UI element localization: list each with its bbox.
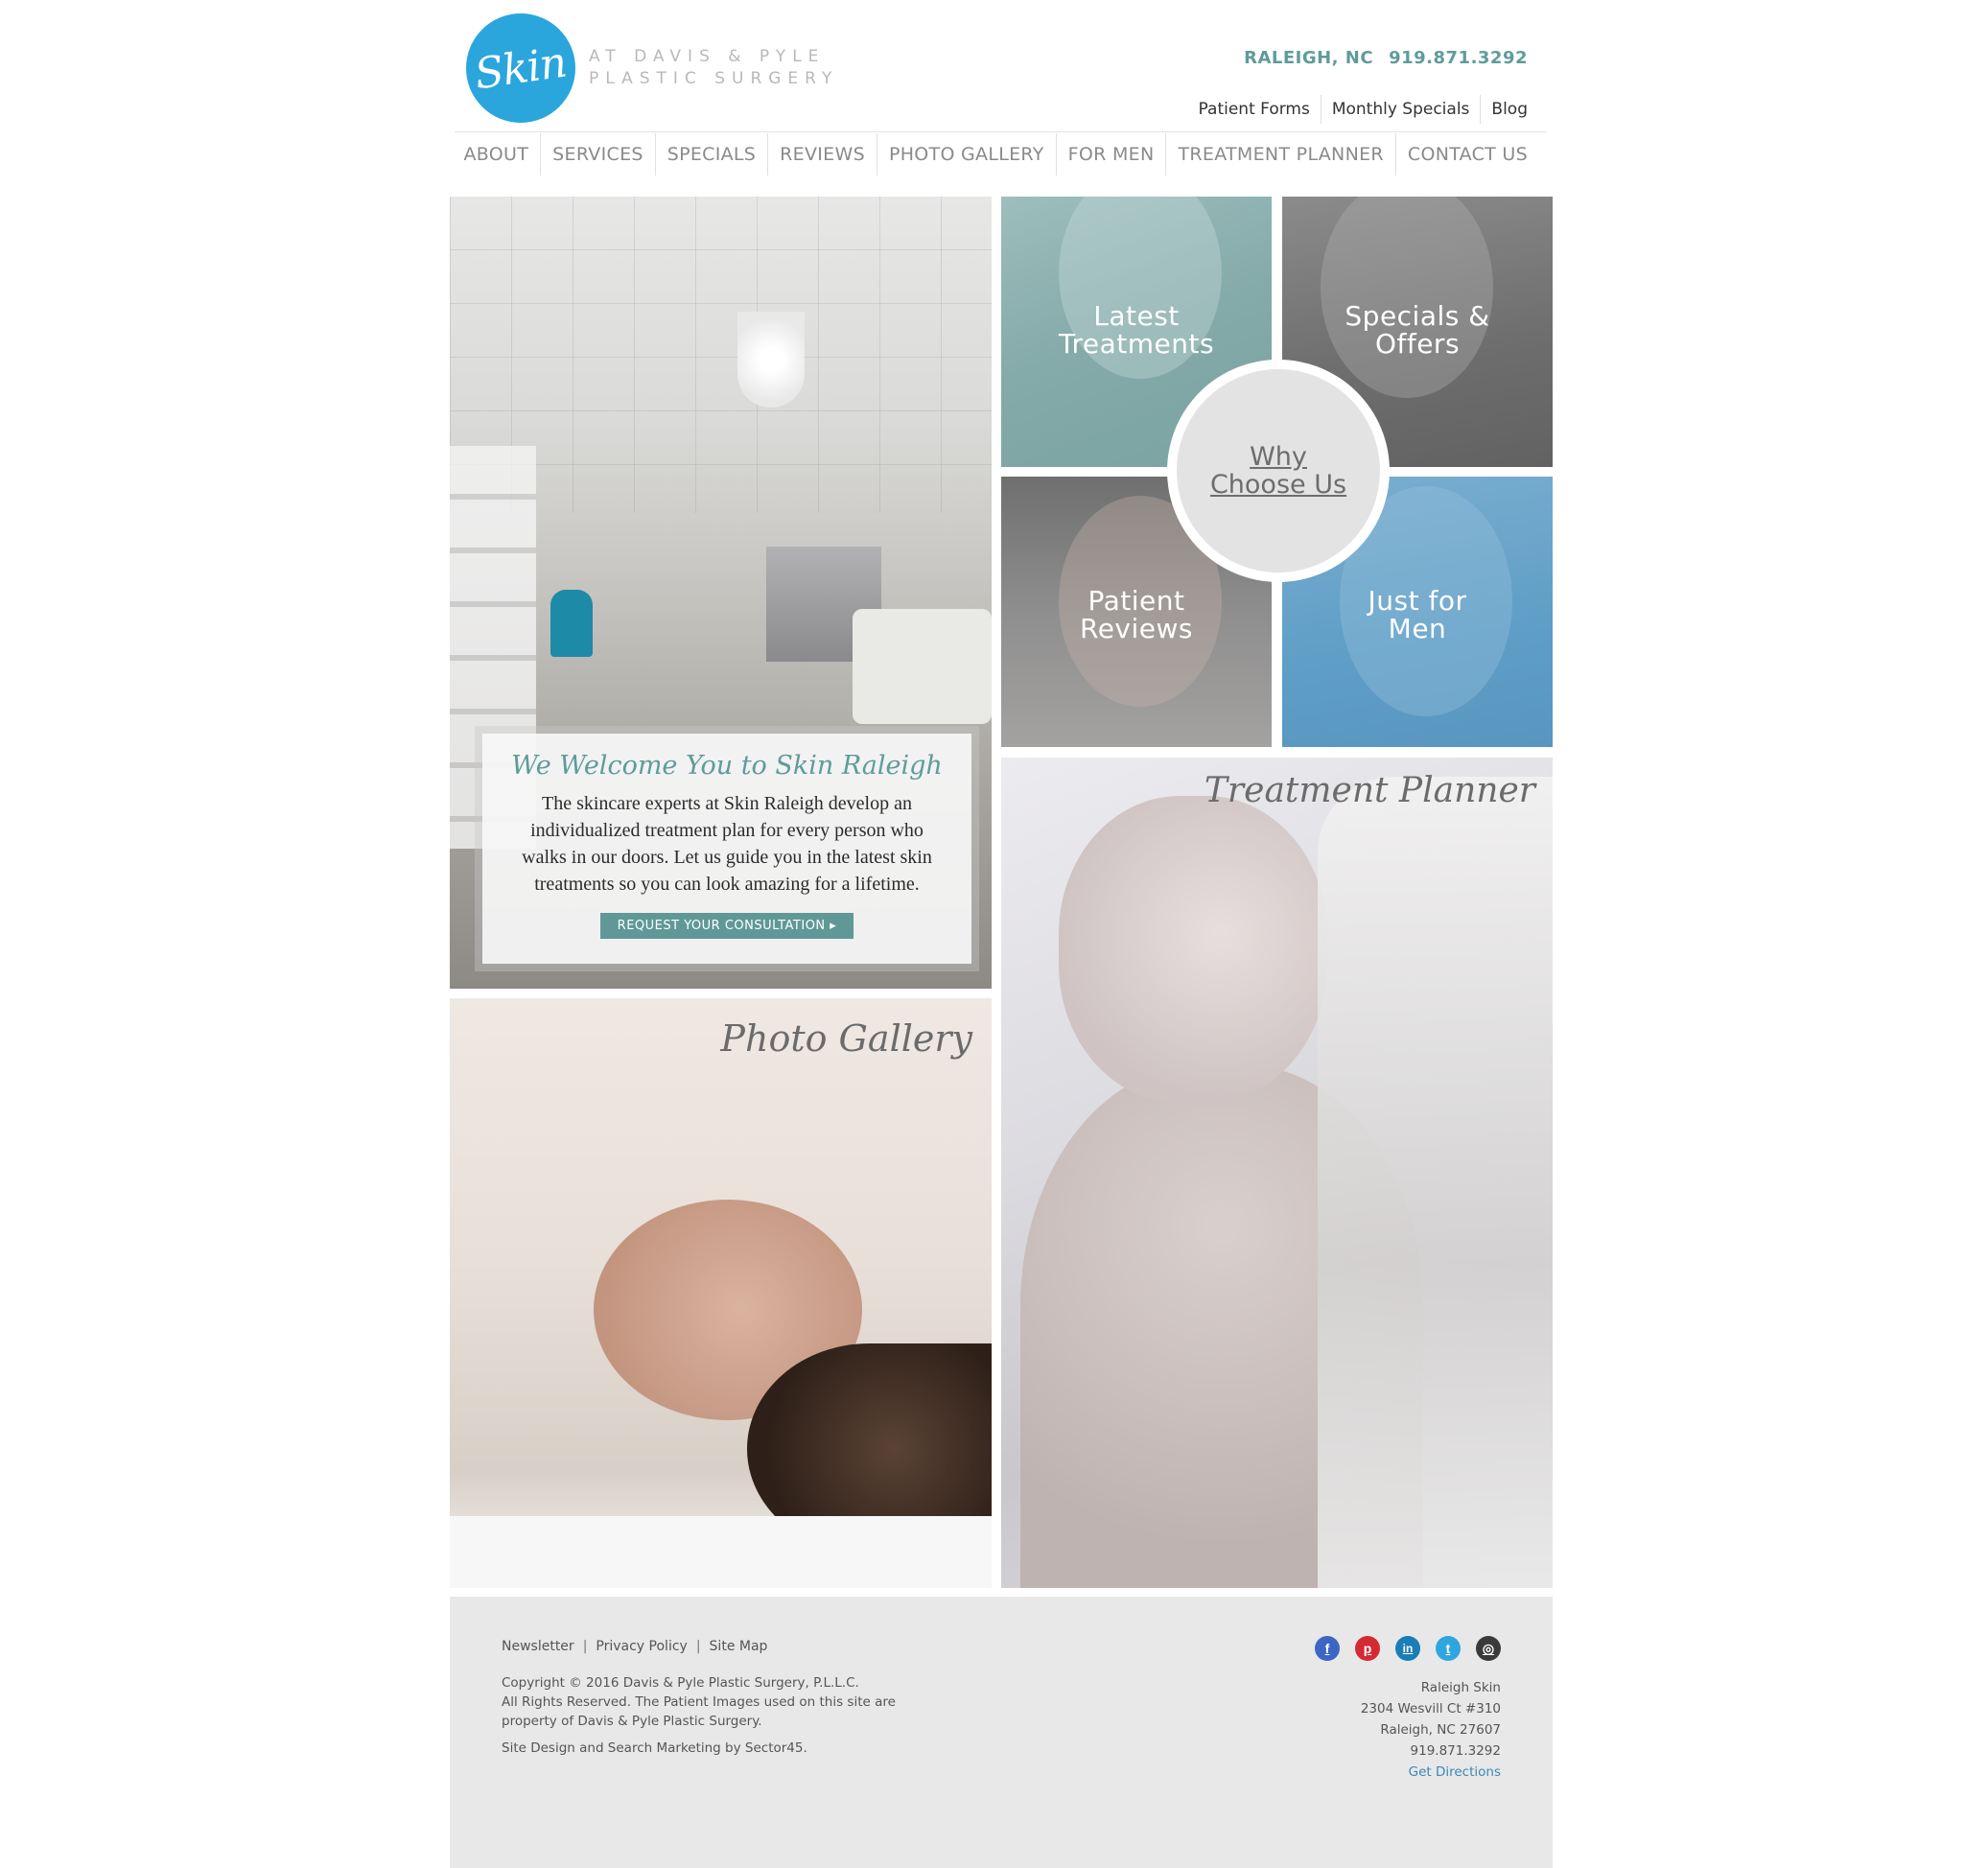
footer-address: Raleigh Skin 2304 Wesvill Ct #310 Raleig…	[1361, 1677, 1501, 1783]
main-nav: ABOUT SERVICES SPECIALS REVIEWS PHOTO GA…	[453, 133, 1529, 175]
welcome-tile: We Welcome You to Skin Raleigh The skinc…	[450, 197, 992, 989]
photo-gallery-title: Photo Gallery	[720, 1017, 972, 1060]
nav-photo-gallery[interactable]: PHOTO GALLERY	[876, 133, 1056, 175]
pillow-image	[450, 1516, 992, 1588]
header-divider	[455, 131, 1547, 132]
address-city: Raleigh, NC 27607	[1380, 1722, 1501, 1738]
nav-specials[interactable]: SPECIALS	[654, 133, 767, 175]
why-label-line: Why	[1250, 442, 1307, 472]
tile-label-line: Just for	[1368, 585, 1467, 617]
why-choose-us-button[interactable]: Why Choose Us	[1177, 369, 1380, 572]
request-consultation-button[interactable]: REQUEST YOUR CONSULTATION ▸	[599, 913, 854, 939]
why-label-line: Choose Us	[1209, 470, 1347, 500]
util-link-patient-forms[interactable]: Patient Forms	[1188, 95, 1321, 124]
utility-nav: Patient Forms Monthly Specials Blog	[1188, 95, 1528, 124]
nav-services[interactable]: SERVICES	[540, 133, 655, 175]
welcome-text: The skincare experts at Skin Raleigh dev…	[522, 793, 932, 895]
tile-photo-gallery[interactable]: Photo Gallery	[450, 998, 992, 1588]
tile-latest-treatments-label: Latest Treatments	[1001, 302, 1272, 358]
footer: Newsletter | Privacy Policy | Site Map Copyr…	[450, 1597, 1553, 1868]
copyright-line: All Rights Reserved. The Patient Images …	[502, 1694, 896, 1710]
why-choose-us-label: Why Choose Us	[1210, 443, 1346, 499]
face-image	[1321, 197, 1493, 398]
tile-label-line: Patient	[1088, 585, 1185, 617]
model-face-image	[1059, 796, 1327, 1103]
tile-label-line: Specials &	[1345, 300, 1490, 332]
chair-image	[550, 590, 593, 657]
site-credit[interactable]: Site Design and Search Marketing by Sect…	[502, 1740, 807, 1756]
get-directions-link[interactable]: Get Directions	[1409, 1764, 1501, 1780]
instagram-icon[interactable]: ◎	[1476, 1636, 1501, 1661]
copyright-line: property of Davis & Pyle Plastic Surgery…	[502, 1714, 762, 1729]
footer-link-privacy-policy[interactable]: Privacy Policy	[596, 1639, 687, 1654]
tile-patient-reviews-label: Patient Reviews	[1001, 587, 1272, 642]
address-name: Raleigh Skin	[1420, 1680, 1501, 1695]
model-hair-image	[1318, 777, 1553, 1588]
tile-label-line: Offers	[1374, 328, 1461, 360]
nav-reviews[interactable]: REVIEWS	[767, 133, 877, 175]
logo-subtitle-line2: PLASTIC SURGERY	[589, 69, 839, 88]
tile-label-line: Latest	[1093, 300, 1180, 332]
facebook-icon[interactable]: f	[1315, 1636, 1340, 1661]
welcome-title: We Welcome You to Skin Raleigh	[511, 751, 943, 781]
tile-label-line: Reviews	[1080, 613, 1193, 644]
separator: |	[695, 1639, 701, 1654]
nav-contact-us[interactable]: CONTACT US	[1394, 133, 1528, 175]
pinterest-icon[interactable]: p	[1355, 1636, 1380, 1661]
tile-label-line: Treatments	[1058, 328, 1215, 360]
page: Skin AT DAVIS & PYLE PLASTIC SURGERY RAL…	[447, 0, 1553, 1868]
footer-link-newsletter[interactable]: Newsletter	[502, 1639, 574, 1654]
sofa-image	[853, 609, 992, 724]
social-links: f p in t ◎	[1315, 1636, 1501, 1661]
header-phone[interactable]: 919.871.3292	[1389, 48, 1528, 68]
chandelier-image	[737, 312, 805, 408]
tile-label-line: Men	[1388, 613, 1447, 644]
footer-links: Newsletter | Privacy Policy | Site Map	[502, 1639, 767, 1654]
caret-right-icon: ▸	[830, 919, 837, 933]
util-link-monthly-specials[interactable]: Monthly Specials	[1320, 95, 1481, 124]
twitter-icon[interactable]: t	[1436, 1636, 1461, 1661]
nav-for-men[interactable]: FOR MEN	[1055, 133, 1166, 175]
address-phone: 919.871.3292	[1410, 1743, 1501, 1759]
logo-subtitle: AT DAVIS & PYLE PLASTIC SURGERY	[589, 46, 838, 90]
welcome-box: We Welcome You to Skin Raleigh The skinc…	[482, 734, 971, 964]
tile-specials-offers-label: Specials & Offers	[1282, 302, 1553, 358]
util-link-blog[interactable]: Blog	[1480, 95, 1528, 124]
treatment-planner-title: Treatment Planner	[1204, 771, 1535, 810]
request-consultation-label: REQUEST YOUR CONSULTATION	[617, 919, 826, 933]
separator: |	[582, 1639, 588, 1654]
logo-text: Skin	[472, 37, 570, 99]
header-contact: RALEIGH, NC 919.871.3292	[1244, 48, 1528, 68]
tile-treatment-planner[interactable]: Treatment Planner	[1001, 758, 1553, 1588]
nav-treatment-planner[interactable]: TREATMENT PLANNER	[1165, 133, 1394, 175]
copyright-line: Copyright © 2016 Davis & Pyle Plastic Su…	[502, 1675, 859, 1691]
copyright: Copyright © 2016 Davis & Pyle Plastic Su…	[502, 1673, 914, 1731]
logo-subtitle-line1: AT DAVIS & PYLE	[589, 47, 826, 66]
nav-about[interactable]: ABOUT	[453, 133, 541, 175]
footer-link-site-map[interactable]: Site Map	[710, 1639, 768, 1654]
linkedin-icon[interactable]: in	[1395, 1636, 1420, 1661]
tile-just-for-men-label: Just for Men	[1282, 587, 1553, 642]
address-street: 2304 Wesvill Ct #310	[1360, 1701, 1501, 1716]
header-location: RALEIGH, NC	[1244, 48, 1374, 68]
logo[interactable]: Skin	[466, 13, 575, 123]
